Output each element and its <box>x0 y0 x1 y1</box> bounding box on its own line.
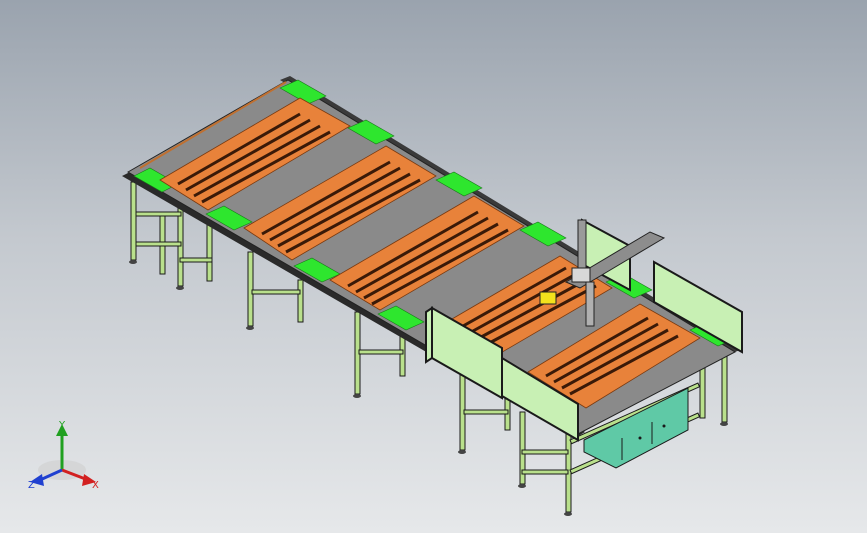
axis-triad: Y X Z <box>28 420 99 491</box>
sensor-box <box>539 291 557 305</box>
y-axis-label: Y <box>58 420 66 431</box>
cad-viewport[interactable]: Y X Z <box>0 0 867 533</box>
conveyor-assembly-model[interactable] <box>0 0 867 533</box>
x-axis-label: X <box>92 480 99 491</box>
z-axis-label: Z <box>28 480 35 491</box>
